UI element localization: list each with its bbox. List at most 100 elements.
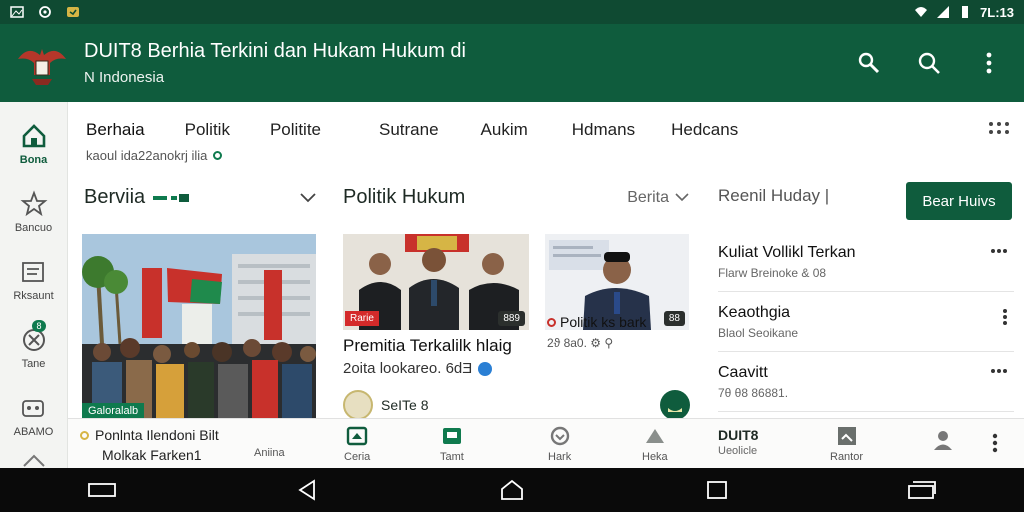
nav-more-button[interactable] [992, 433, 998, 453]
nav-item-profile[interactable] [932, 429, 954, 451]
overflow-menu-button[interactable] [976, 50, 1002, 76]
headline-card[interactable] [82, 234, 316, 418]
grid-icon [837, 427, 856, 445]
story3-title[interactable]: Politik ks bark [547, 314, 646, 330]
tab-politite[interactable]: Politite [270, 120, 321, 140]
source-icon [80, 430, 89, 440]
column2-header: Politik Hukum Berita [343, 186, 689, 209]
news-icon [346, 426, 368, 446]
cta-button[interactable]: Bear Huivs [906, 182, 1012, 220]
image-icon [10, 6, 24, 18]
nav-item-tamt[interactable]: Tamt [440, 425, 464, 463]
play-icon [668, 408, 682, 412]
nav-label: Rantor [830, 451, 864, 463]
multiwindow-button[interactable] [904, 478, 940, 502]
chevron-down-icon [675, 193, 689, 202]
rail-item-abamo[interactable]: ABAMO [13, 394, 54, 438]
tab-hedcans[interactable]: Hedcans [671, 120, 738, 140]
avatar [343, 390, 373, 420]
trending-item[interactable]: Kuliat Vollikl Terkan Flarw Breinoke & 0… [718, 232, 1014, 292]
tab-politik[interactable]: Politik [185, 120, 230, 140]
floating-action-button[interactable] [660, 390, 690, 420]
sync-icon [39, 6, 51, 18]
tab-hdmans[interactable]: Hdmans [572, 120, 635, 140]
more-vert-icon [992, 433, 998, 453]
bottom-headline-line2: Molkak Farken1 [102, 447, 202, 463]
nav-label: Hark [548, 451, 572, 463]
nav-item-aniina[interactable]: Aniina [254, 447, 285, 459]
game-icon [22, 400, 45, 417]
nav-item-ceria[interactable]: Ceria [344, 425, 370, 463]
search-icon [918, 52, 940, 74]
recent-apps-button[interactable] [84, 478, 120, 502]
verified-icon [478, 361, 493, 376]
filter-label: Berita [627, 188, 669, 206]
category-tabs: Berhaia Politik Politite Sutrane Aukim H… [68, 102, 1024, 172]
story3-meta: 2ϑ 8a0. ⚙ ⚲ [547, 336, 614, 350]
heart-icon [550, 426, 569, 446]
person-icon [934, 431, 952, 450]
headline-tag: Galoralalb [82, 403, 145, 419]
side-rail: Bona Bancuo Rksaunt 8 Tane ABAMO [0, 102, 68, 468]
bottom-headline[interactable]: Ponlnta Ilendoni Bilt Molkak Farken1 [80, 427, 219, 463]
garuda-logo [18, 49, 66, 85]
status-time: 7L:13 [980, 4, 1014, 20]
back-button[interactable] [289, 478, 325, 502]
nav-item-heka[interactable]: Heka [642, 425, 668, 463]
more-horiz-icon[interactable] [990, 368, 1008, 374]
live-dot-icon [213, 151, 223, 160]
rail-label: Tane [21, 358, 46, 370]
tab-sutrane[interactable]: Sutrane [379, 120, 439, 140]
rail-item-tane[interactable]: 8 Tane [20, 320, 48, 370]
source-icon [547, 317, 556, 327]
chevron-down-icon[interactable] [300, 192, 316, 203]
home-button[interactable] [494, 478, 530, 502]
column2-heading: Politik Hukum [343, 186, 466, 208]
bottom-navigation: Ponlnta Ilendoni Bilt Molkak Farken1 Ani… [68, 418, 1024, 468]
search-button[interactable] [916, 50, 942, 76]
home-icon [501, 479, 523, 500]
story2-image-card[interactable]: Rarie 889 [343, 234, 529, 330]
trending-item[interactable]: Caavitt 7θ θ8 86881. [718, 352, 1014, 412]
rail-item-home[interactable]: Bona [20, 122, 48, 166]
story2-title[interactable]: Premitia Terkalilk hlaig [343, 336, 512, 356]
story2-meta: 2oita lookareo. 6dƎ [343, 360, 493, 377]
story3-badge: 88 [663, 311, 685, 326]
app-bar: DUIT8 Berhia Terkini dan Hukam Hukum di … [0, 24, 1024, 102]
more-vert-icon[interactable] [1002, 308, 1008, 326]
rail-item-rksaunt[interactable]: Rksaunt [13, 258, 54, 302]
battery-icon [962, 6, 969, 18]
overview-button[interactable] [699, 478, 735, 502]
tab-aukim[interactable]: Aukim [481, 120, 528, 140]
rail-label: ABAMO [13, 426, 54, 438]
trending-item[interactable]: Keaothgia Blaol Seoikane [718, 292, 1014, 352]
star-icon [20, 190, 47, 217]
back-icon [298, 479, 316, 501]
triangle-icon [645, 429, 664, 443]
column1-header: Berviia [84, 186, 316, 209]
grid-menu-icon[interactable] [988, 120, 1010, 136]
nav-item-rantor[interactable]: Rantor [830, 425, 863, 463]
home-icon [22, 124, 45, 148]
trending-title: Keaothgia [718, 304, 791, 321]
nav-label: Aniina [254, 447, 285, 459]
column1-heading: Berviia [84, 186, 146, 208]
filter-dropdown[interactable]: Berita [627, 189, 689, 207]
story2-author[interactable]: SeITe 8 [343, 390, 428, 420]
trending-meta: Flarw Breinoke & 08 [718, 266, 827, 280]
tab-berhaia[interactable]: Berhaia [86, 120, 145, 140]
nav-item-hark[interactable]: Hark [548, 425, 571, 463]
system-navigation [0, 468, 1024, 512]
rail-badge: 8 [32, 320, 46, 332]
tab-subtitle-text: kaoul ida22anokrj ilia [86, 148, 208, 163]
notification-icon [67, 7, 79, 17]
tools-button[interactable] [856, 50, 882, 76]
expand-up-icon[interactable] [22, 452, 46, 468]
crowd-photo [82, 234, 316, 418]
stack-icon [907, 481, 936, 499]
flag-icon [153, 193, 190, 202]
story2-tag: Rarie [345, 311, 379, 326]
rail-item-bancuo[interactable]: Bancuo [15, 190, 52, 234]
trending-title: Caavitt [718, 364, 768, 381]
more-horiz-icon[interactable] [990, 248, 1008, 254]
